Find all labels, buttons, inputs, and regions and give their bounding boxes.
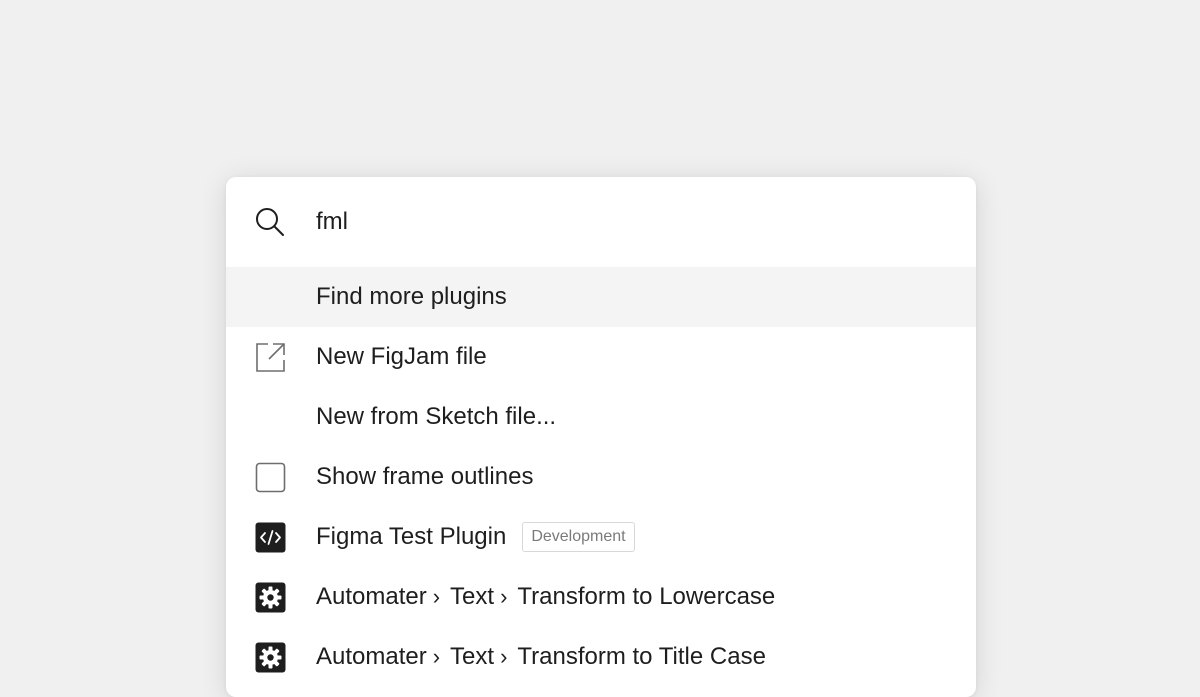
- result-figma-test-plugin[interactable]: Figma Test Plugin Development: [226, 507, 976, 567]
- result-label: Show frame outlines: [316, 463, 534, 490]
- breadcrumb: Automater › Text › Transform to Title Ca…: [316, 627, 766, 687]
- result-transform-title-case[interactable]: Automater › Text › Transform to Title Ca…: [226, 627, 976, 687]
- result-find-more-plugins[interactable]: Find more plugins: [226, 267, 976, 327]
- result-label-with-badge: Figma Test Plugin Development: [316, 507, 635, 567]
- result-new-figjam-file[interactable]: New FigJam file: [226, 327, 976, 387]
- gear-icon: [255, 582, 286, 613]
- result-label: New FigJam file: [316, 343, 487, 370]
- crumb-separator: ›: [432, 584, 441, 609]
- search-row: [226, 177, 976, 267]
- result-label: Find more plugins: [316, 283, 507, 310]
- crumb: Automater: [316, 583, 427, 610]
- result-label: Figma Test Plugin: [316, 523, 507, 550]
- gear-icon: [255, 642, 286, 673]
- search-input[interactable]: [316, 204, 916, 240]
- crumb-separator: ›: [432, 644, 441, 669]
- code-icon: [255, 522, 286, 553]
- search-icon: [254, 206, 286, 238]
- external-link-icon: [255, 342, 286, 373]
- command-palette: Find more plugins New FigJam file New fr…: [226, 177, 976, 697]
- result-show-frame-outlines[interactable]: Show frame outlines: [226, 447, 976, 507]
- crumb: Text: [450, 643, 495, 670]
- crumb: Text: [450, 583, 495, 610]
- crumb: Automater: [316, 643, 427, 670]
- crumb: Transform to Title Case: [517, 643, 766, 670]
- crumb-separator: ›: [500, 644, 508, 669]
- result-transform-lowercase[interactable]: Automater › Text › Transform to Lowercas…: [226, 567, 976, 627]
- results-list: Find more plugins New FigJam file New fr…: [226, 267, 976, 687]
- result-new-from-sketch[interactable]: New from Sketch file...: [226, 387, 976, 447]
- breadcrumb: Automater › Text › Transform to Lowercas…: [316, 567, 775, 627]
- result-label: New from Sketch file...: [316, 403, 557, 430]
- crumb: Transform to Lowercase: [517, 583, 776, 610]
- development-badge: Development: [522, 522, 635, 552]
- checkbox-icon[interactable]: [255, 462, 286, 493]
- crumb-separator: ›: [500, 584, 508, 609]
